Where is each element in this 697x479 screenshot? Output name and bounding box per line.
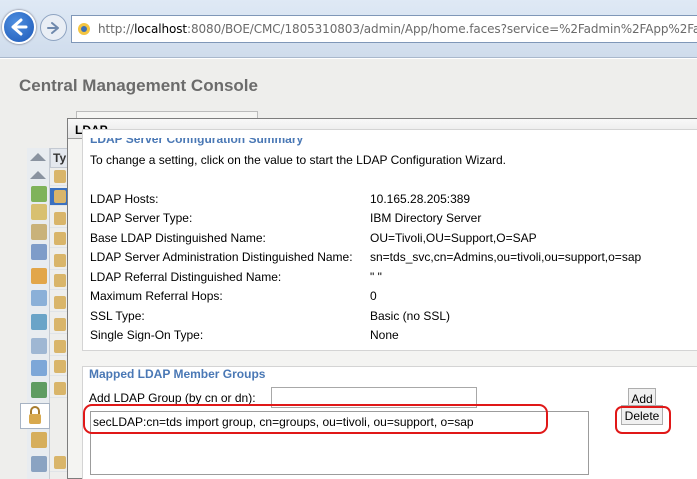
lock-icon bbox=[54, 170, 66, 183]
config-intro-text: To change a setting, click on the value … bbox=[90, 153, 507, 167]
setting-label: LDAP Hosts: bbox=[90, 192, 159, 206]
lock-icon bbox=[54, 190, 66, 203]
lock-icon bbox=[54, 456, 66, 469]
server-icon[interactable] bbox=[31, 244, 47, 260]
arrow-left-icon bbox=[11, 18, 28, 36]
lock-icon bbox=[54, 360, 66, 373]
setting-value-link[interactable]: 0 bbox=[370, 289, 377, 303]
folder-icon[interactable] bbox=[31, 186, 47, 202]
key-icon[interactable] bbox=[31, 432, 47, 448]
settings-icon[interactable] bbox=[31, 314, 47, 330]
scroll-up-icon[interactable] bbox=[30, 153, 46, 161]
page-title: Central Management Console bbox=[19, 76, 258, 95]
forward-button[interactable] bbox=[40, 14, 67, 41]
highlight-annotation bbox=[615, 406, 671, 434]
lock-icon bbox=[29, 406, 41, 424]
back-button[interactable] bbox=[2, 10, 36, 44]
info-icon[interactable] bbox=[31, 360, 47, 376]
lock-icon bbox=[54, 296, 66, 309]
window-icon[interactable] bbox=[31, 338, 47, 354]
setting-value-link[interactable]: IBM Directory Server bbox=[370, 211, 481, 225]
setting-value-link[interactable]: " " bbox=[370, 270, 382, 284]
add-group-label: Add LDAP Group (by cn or dn): bbox=[89, 391, 256, 405]
setting-label: Single Sign-On Type: bbox=[90, 328, 204, 342]
lock-icon bbox=[54, 382, 66, 395]
setting-value-link[interactable]: OU=Tivoli,OU=Support,O=SAP bbox=[370, 231, 537, 245]
setting-value-link[interactable]: Basic (no SSL) bbox=[370, 309, 450, 323]
site-favicon-icon bbox=[78, 23, 90, 35]
setting-label: SSL Type: bbox=[90, 309, 145, 323]
document-icon[interactable] bbox=[31, 456, 47, 472]
lock-icon bbox=[54, 318, 66, 331]
address-bar[interactable]: http://localhost:8080/BOE/CMC/1805310803… bbox=[71, 15, 697, 43]
setting-label: LDAP Server Administration Distinguished… bbox=[90, 250, 353, 264]
browser-toolbar: http://localhost:8080/BOE/CMC/1805310803… bbox=[0, 0, 697, 58]
users-icon[interactable] bbox=[31, 290, 47, 306]
ldap-config-summary: LDAP Server Configuration Summary To cha… bbox=[82, 129, 697, 351]
calendar-icon[interactable] bbox=[31, 268, 47, 284]
database-icon[interactable] bbox=[31, 204, 47, 220]
lock-icon bbox=[54, 340, 66, 353]
scroll-up-icon[interactable] bbox=[30, 171, 46, 179]
chart-icon[interactable] bbox=[31, 382, 47, 398]
setting-value-link[interactable]: 10.165.28.205:389 bbox=[370, 192, 470, 206]
setting-label: LDAP Server Type: bbox=[90, 211, 193, 225]
lock-icon bbox=[54, 274, 66, 287]
setting-value-link[interactable]: None bbox=[370, 328, 399, 342]
lock-icon bbox=[54, 232, 66, 245]
highlight-annotation bbox=[83, 404, 548, 434]
archive-icon[interactable] bbox=[31, 224, 47, 240]
setting-label: LDAP Referral Distinguished Name: bbox=[90, 270, 282, 284]
member-groups-heading: Mapped LDAP Member Groups bbox=[89, 367, 266, 381]
url-text: http://localhost:8080/BOE/CMC/1805310803… bbox=[98, 22, 697, 36]
config-heading: LDAP Server Configuration Summary bbox=[90, 132, 304, 146]
setting-label: Maximum Referral Hops: bbox=[90, 289, 223, 303]
lock-icon bbox=[54, 212, 66, 225]
setting-label: Base LDAP Distinguished Name: bbox=[90, 231, 266, 245]
lock-icon bbox=[54, 254, 66, 267]
setting-value-link[interactable]: sn=tds_svc,cn=Admins,ou=tivoli,ou=suppor… bbox=[370, 250, 641, 264]
arrow-right-icon bbox=[46, 21, 59, 34]
authentication-nav-item[interactable] bbox=[20, 403, 50, 429]
